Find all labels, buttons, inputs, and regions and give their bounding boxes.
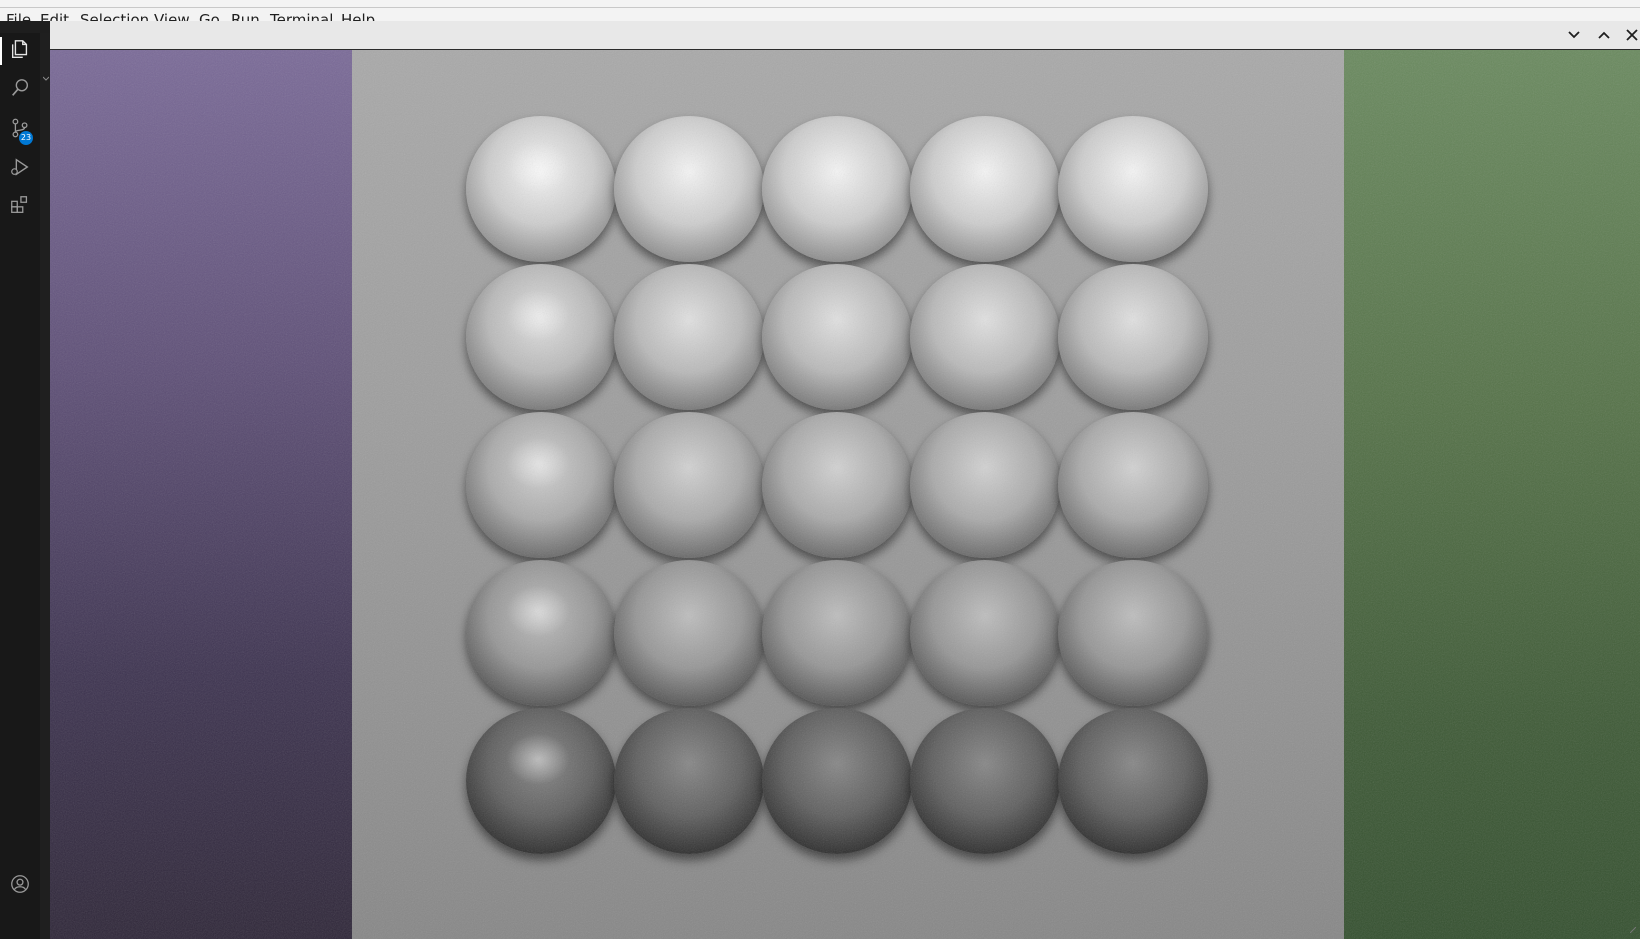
activity-search[interactable] (6, 76, 34, 104)
search-icon (9, 77, 31, 103)
collapse-chevron-icon[interactable] (42, 67, 50, 86)
menu-edit[interactable]: Edit (40, 11, 69, 21)
activity-explorer[interactable] (0, 37, 34, 65)
menu-go[interactable]: Go (199, 11, 220, 21)
menu-bar: File Edit Selection View Go Run Terminal… (0, 0, 1640, 21)
menu-bar-divider (0, 7, 1640, 8)
panel-title-bar (50, 21, 1640, 50)
render-noise-overlay (50, 50, 1640, 939)
menu-help[interactable]: Help (341, 11, 375, 21)
chevron-down-icon[interactable] (1565, 26, 1583, 44)
activity-run-debug[interactable] (6, 155, 34, 183)
menu-run[interactable]: Run (231, 11, 260, 21)
close-icon[interactable] (1623, 26, 1640, 44)
render-image-viewer (50, 50, 1640, 939)
source-control-badge: 23 (19, 131, 33, 145)
files-icon (9, 38, 31, 64)
chevron-up-icon[interactable] (1595, 26, 1613, 44)
activity-bar: 23 (0, 33, 40, 939)
menu-view[interactable]: View (154, 11, 190, 21)
menu-file[interactable]: File (6, 11, 31, 21)
menu-selection[interactable]: Selection (80, 11, 149, 21)
resize-corner-icon (1629, 918, 1637, 937)
extensions-icon (9, 194, 31, 220)
run-debug-icon (9, 156, 31, 182)
activity-source-control[interactable]: 23 (6, 116, 34, 145)
activity-extensions[interactable] (6, 193, 34, 221)
account-icon (9, 873, 31, 899)
sidebar-collapsed-strip (40, 33, 50, 939)
activity-accounts[interactable] (6, 872, 34, 900)
menu-terminal[interactable]: Terminal (270, 11, 333, 21)
